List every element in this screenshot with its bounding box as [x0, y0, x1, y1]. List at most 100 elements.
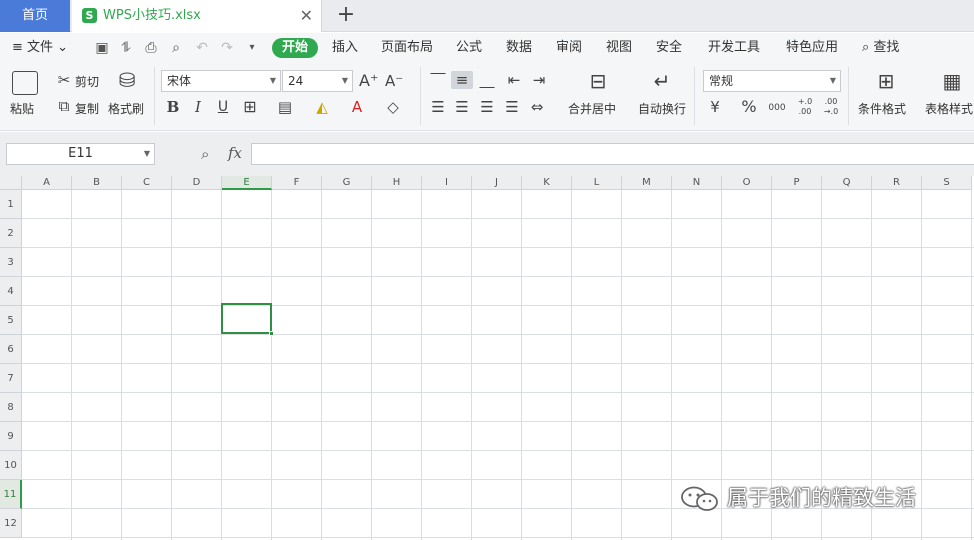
conditional-format-icon[interactable]: ⊞ — [874, 71, 898, 91]
tab-developer[interactable]: 开发工具 — [708, 33, 760, 63]
active-cell-e11[interactable] — [221, 303, 274, 336]
redo-icon[interactable]: ↷ — [219, 40, 235, 56]
column-header-h[interactable]: H — [372, 176, 422, 190]
align-left-icon[interactable]: ☰ — [429, 98, 447, 116]
export-icon[interactable]: ⥮ — [118, 40, 134, 56]
merge-center-icon[interactable]: ⊟ — [586, 71, 610, 91]
table-style-icon[interactable]: ▦ — [940, 71, 964, 91]
row-header-9[interactable]: 9 — [0, 422, 22, 451]
decrease-indent-icon[interactable]: ⇤ — [505, 71, 523, 89]
new-tab-plus-icon[interactable]: + — [334, 0, 358, 32]
row-header-4[interactable]: 4 — [0, 277, 22, 306]
decrease-decimal-icon[interactable]: .00 →.0 — [820, 97, 842, 117]
row-header-5[interactable]: 5 — [0, 306, 22, 335]
format-painter-button[interactable]: 格式刷 — [108, 100, 144, 117]
column-header-d[interactable]: D — [172, 176, 222, 190]
font-size-select[interactable]: 24 ▼ — [282, 70, 353, 92]
distributed-icon[interactable]: ⇔ — [528, 98, 546, 116]
wrap-text-button[interactable]: 自动换行 — [638, 100, 686, 117]
formula-input[interactable] — [251, 143, 974, 165]
name-box[interactable]: E11 ▼ — [6, 143, 155, 165]
tab-home[interactable]: 首页 — [0, 0, 70, 32]
tab-formulas[interactable]: 公式 — [456, 33, 482, 63]
row-header-8[interactable]: 8 — [0, 393, 22, 422]
italic-button[interactable]: I — [189, 98, 207, 116]
increase-font-icon[interactable]: A⁺ — [359, 72, 378, 90]
row-header-2[interactable]: 2 — [0, 219, 22, 248]
tab-page-layout[interactable]: 页面布局 — [381, 33, 433, 63]
column-header-i[interactable]: I — [422, 176, 472, 190]
fill-handle[interactable] — [269, 331, 274, 336]
format-painter-icon[interactable]: ⛁ — [118, 70, 136, 90]
align-right-icon[interactable]: ☰ — [478, 98, 496, 116]
tab-start[interactable]: 开始 — [272, 38, 319, 58]
align-middle-icon[interactable]: ≡ — [451, 71, 473, 89]
fill-pattern-icon[interactable]: ▤ — [276, 98, 294, 116]
row-header-12[interactable]: 12 — [0, 509, 22, 538]
bold-button[interactable]: B — [164, 98, 182, 116]
select-all-corner[interactable] — [0, 176, 22, 190]
increase-indent-icon[interactable]: ⇥ — [530, 71, 548, 89]
paste-button[interactable]: 粘贴 — [10, 100, 34, 117]
insert-function-button[interactable]: fx — [228, 144, 242, 162]
column-header-e[interactable]: E — [222, 176, 272, 190]
close-icon[interactable]: ✕ — [300, 0, 313, 32]
align-top-icon[interactable]: ⎺ — [429, 71, 447, 89]
wrap-text-icon[interactable]: ↵ — [650, 71, 674, 91]
zoom-icon[interactable]: ⌕ — [201, 145, 209, 163]
column-header-c[interactable]: C — [122, 176, 172, 190]
column-header-p[interactable]: P — [772, 176, 822, 190]
borders-icon[interactable]: ⊞ — [241, 98, 259, 116]
copy-icon[interactable]: ⧉ — [55, 97, 73, 115]
row-header-3[interactable]: 3 — [0, 248, 22, 277]
column-header-m[interactable]: M — [622, 176, 672, 190]
print-preview-icon[interactable]: ⌕ — [168, 40, 184, 56]
column-header-s[interactable]: S — [922, 176, 972, 190]
column-header-f[interactable]: F — [272, 176, 322, 190]
row-header-7[interactable]: 7 — [0, 364, 22, 393]
print-icon[interactable]: ⎙ — [143, 40, 159, 56]
column-header-j[interactable]: J — [472, 176, 522, 190]
number-format-select[interactable]: 常规 ▼ — [703, 70, 841, 92]
currency-icon[interactable]: ¥ — [706, 98, 724, 116]
column-header-k[interactable]: K — [522, 176, 572, 190]
align-bottom-icon[interactable]: ⎽ — [478, 71, 496, 89]
font-color-icon[interactable]: A — [348, 98, 366, 116]
tab-view[interactable]: 视图 — [606, 33, 632, 63]
row-header-10[interactable]: 10 — [0, 451, 22, 480]
paste-icon[interactable] — [12, 71, 38, 95]
clear-format-icon[interactable]: ◇ — [384, 98, 402, 116]
scissors-icon[interactable]: ✂ — [55, 71, 73, 89]
undo-icon[interactable]: ↶ — [194, 40, 210, 56]
row-header-6[interactable]: 6 — [0, 335, 22, 364]
cut-button[interactable]: 剪切 — [75, 73, 99, 90]
search-button[interactable]: ⌕ 查找 — [862, 33, 899, 63]
tab-insert[interactable]: 插入 — [332, 33, 358, 63]
column-header-g[interactable]: G — [322, 176, 372, 190]
tab-security[interactable]: 安全 — [656, 33, 682, 63]
thousands-separator-icon[interactable]: 000 — [766, 99, 788, 117]
underline-button[interactable]: U — [214, 98, 232, 116]
save-icon[interactable]: ▣ — [94, 40, 110, 56]
file-menu[interactable]: ≡ 文件 ⌄ — [12, 33, 68, 63]
justify-icon[interactable]: ☰ — [503, 98, 521, 116]
column-header-b[interactable]: B — [72, 176, 122, 190]
increase-decimal-icon[interactable]: +.0 .00 — [794, 97, 816, 117]
customize-dropdown-icon[interactable]: ▾ — [244, 40, 260, 56]
table-style-button[interactable]: 表格样式 — [925, 100, 973, 117]
tab-special-apps[interactable]: 特色应用 — [786, 33, 838, 63]
row-header-11[interactable]: 11 — [0, 480, 22, 509]
decrease-font-icon[interactable]: A⁻ — [385, 72, 403, 90]
column-header-q[interactable]: Q — [822, 176, 872, 190]
copy-button[interactable]: 复制 — [75, 100, 99, 117]
column-header-o[interactable]: O — [722, 176, 772, 190]
row-header-1[interactable]: 1 — [0, 190, 22, 219]
tab-review[interactable]: 审阅 — [556, 33, 582, 63]
column-header-n[interactable]: N — [672, 176, 722, 190]
tab-document[interactable]: S WPS小技巧.xlsx ✕ — [72, 0, 322, 32]
merge-center-button[interactable]: 合并居中 — [568, 100, 616, 117]
fill-color-icon[interactable]: ◭ — [313, 98, 331, 116]
tab-data[interactable]: 数据 — [506, 33, 532, 63]
percent-icon[interactable]: % — [740, 98, 758, 116]
align-center-icon[interactable]: ☰ — [453, 98, 471, 116]
